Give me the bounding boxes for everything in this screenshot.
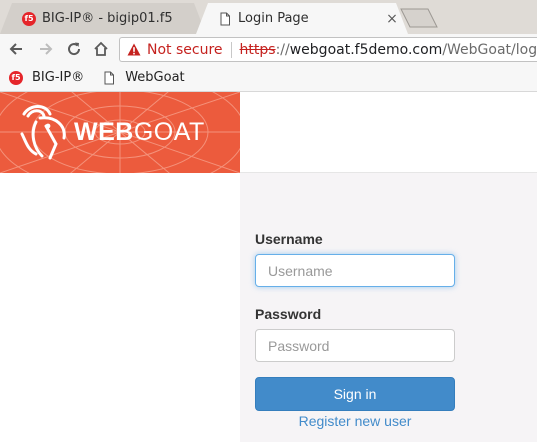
tab-bigip[interactable]: f5 BIG-IP® - bigip01.f5 [0, 3, 206, 34]
goat-logo-icon [20, 105, 66, 160]
password-label: Password [255, 306, 322, 322]
username-label: Username [255, 231, 323, 247]
page-icon [104, 71, 115, 84]
home-button[interactable] [91, 39, 111, 59]
url-scheme-separator: :// [275, 41, 290, 58]
bookmark-bigip[interactable]: f5 BIG-IP® [9, 70, 84, 85]
browser-toolbar: Not secure https :// webgoat.f5demo.com … [0, 34, 537, 64]
brand-banner: WEBGOAT [0, 92, 240, 173]
tab-title: Login Page [238, 11, 309, 26]
back-button[interactable] [6, 39, 26, 59]
security-status-label[interactable]: Not secure [147, 42, 223, 58]
address-bar[interactable]: Not secure https :// webgoat.f5demo.com … [119, 37, 537, 62]
browser-window: f5 BIG-IP® - bigip01.f5 Login Page × Not… [0, 0, 537, 442]
address-separator [230, 41, 232, 58]
tab-strip: f5 BIG-IP® - bigip01.f5 Login Page × [0, 0, 537, 34]
webgoat-logo-text: WEBGOAT [74, 118, 205, 146]
password-input[interactable] [255, 329, 455, 362]
bookmark-label: WebGoat [125, 70, 185, 85]
username-input[interactable] [255, 254, 455, 287]
login-panel: Username Password Sign in Register new u… [240, 173, 537, 442]
new-tab-button[interactable] [400, 8, 438, 28]
tab-title: BIG-IP® - bigip01.f5 [42, 11, 173, 26]
webgoat-page: WEBGOAT Username Password Sign in Regist… [0, 92, 537, 442]
bookmarks-bar: f5 BIG-IP® WebGoat [0, 64, 537, 92]
f5-logo-icon: f5 [9, 70, 23, 85]
close-tab-icon[interactable]: × [384, 11, 400, 27]
url-host: webgoat.f5demo.com [289, 41, 443, 58]
bookmark-label: BIG-IP® [32, 70, 85, 85]
page-icon [220, 12, 230, 25]
back-arrow-icon [9, 43, 22, 55]
forward-button[interactable] [36, 39, 56, 59]
register-new-user-link[interactable]: Register new user [255, 413, 455, 429]
url-scheme: https [239, 41, 276, 58]
tab-login-page[interactable]: Login Page × [196, 3, 408, 34]
bookmark-webgoat[interactable]: WebGoat [102, 70, 185, 85]
warning-icon [127, 43, 141, 56]
reload-button[interactable] [64, 39, 84, 59]
sign-in-button[interactable]: Sign in [255, 377, 455, 411]
url-path: /WebGoat/login [442, 41, 537, 58]
home-icon [94, 41, 108, 56]
reload-icon [68, 42, 81, 56]
forward-arrow-icon [40, 43, 53, 55]
f5-logo-icon: f5 [22, 11, 36, 26]
